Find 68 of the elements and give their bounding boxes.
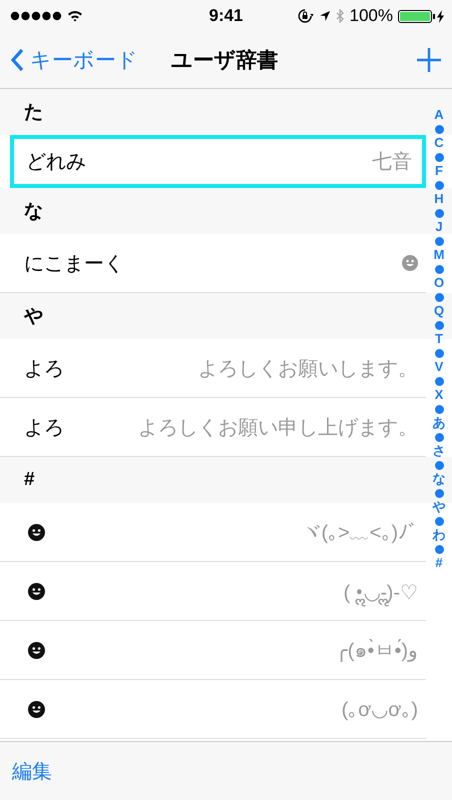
reading-text: ヾ(｡>﹏<｡)ﾉﾞ [301,520,418,546]
smiley-icon [28,700,45,718]
word-text: にこまーく [24,252,124,276]
index-dot-icon [434,544,444,554]
index-dot-icon [434,516,444,526]
word-row[interactable]: ╭(๑•̀ㅂ•́)و [0,621,426,680]
smiley-icon [28,582,45,600]
plus-icon [416,47,442,73]
index-letter[interactable]: M [434,247,444,263]
reading-text: (｡ơ◡ơ｡) [341,698,418,722]
reading-text: よろしくお願いします。 [198,356,418,382]
section-title: な [24,200,43,224]
index-letter[interactable]: や [432,499,446,515]
word-row[interactable]: ( •ॢ◡-ॢ)-♡ [0,562,426,621]
index-letter[interactable]: O [434,275,444,291]
word-text: どれみ [26,150,86,175]
index-letter[interactable]: わ [432,527,446,543]
section-title: や [24,305,43,329]
back-button[interactable]: キーボード [10,46,138,74]
location-icon [318,10,331,22]
word-row[interactable]: ヾ(｡>﹏<｡)ﾉﾞ [0,503,426,562]
index-dot-icon [434,152,444,162]
index-dot-icon [434,404,444,414]
index-dot-icon [434,180,444,190]
index-letter[interactable]: F [435,163,443,179]
word-text: よろ [24,356,64,382]
index-letter[interactable]: # [435,555,443,571]
index-letter[interactable]: あ [432,415,446,431]
index-dot-icon [434,236,444,246]
smiley-icon [28,642,45,658]
battery-percent: 100% [350,6,393,26]
index-letter[interactable]: T [435,331,443,347]
smiley-icon [402,255,418,271]
word-row[interactable]: (｡ơ◡ơ｡) [0,680,426,739]
signal-icon [10,11,62,21]
wifi-icon [67,10,83,22]
index-letter[interactable]: A [434,107,444,123]
index-letter[interactable]: さ [432,443,446,459]
index-letter[interactable]: C [434,135,444,151]
reading-text: ( •ॢ◡-ॢ)-♡ [343,578,418,604]
section-title: た [24,101,43,125]
index-letter[interactable]: H [434,191,444,207]
battery-icon [398,10,432,22]
index-dot-icon [434,348,444,358]
reading-text: よろしくお願い申し上げます。 [138,416,418,440]
word-row[interactable]: よろ よろしくお願いします。 [0,339,426,398]
index-dot-icon [434,264,444,274]
chevron-left-icon [10,48,24,72]
index-letter[interactable]: な [432,471,446,487]
nav-title: ユーザ辞書 [171,48,278,74]
index-letter[interactable]: J [435,219,443,235]
reading-text: 七音 [372,150,412,175]
word-text: よろ [24,416,64,440]
index-dot-icon [434,376,444,386]
section-title: # [24,469,35,491]
index-letter[interactable]: X [434,387,444,403]
index-dot-icon [434,432,444,442]
edit-button[interactable]: 編集 [12,758,52,784]
smiley-icon [28,524,45,540]
charging-bolt-icon [437,10,444,22]
bluetooth-icon [336,9,345,23]
word-row[interactable]: どれみ 七音 [10,135,426,188]
index-letter[interactable]: V [434,359,444,375]
rotation-lock-icon [298,9,314,23]
status-time: 9:41 [208,6,244,26]
reading-text: ╭(๑•̀ㅂ•́)و [336,638,418,664]
index-letter[interactable]: Q [434,303,444,319]
add-button[interactable] [416,47,442,73]
